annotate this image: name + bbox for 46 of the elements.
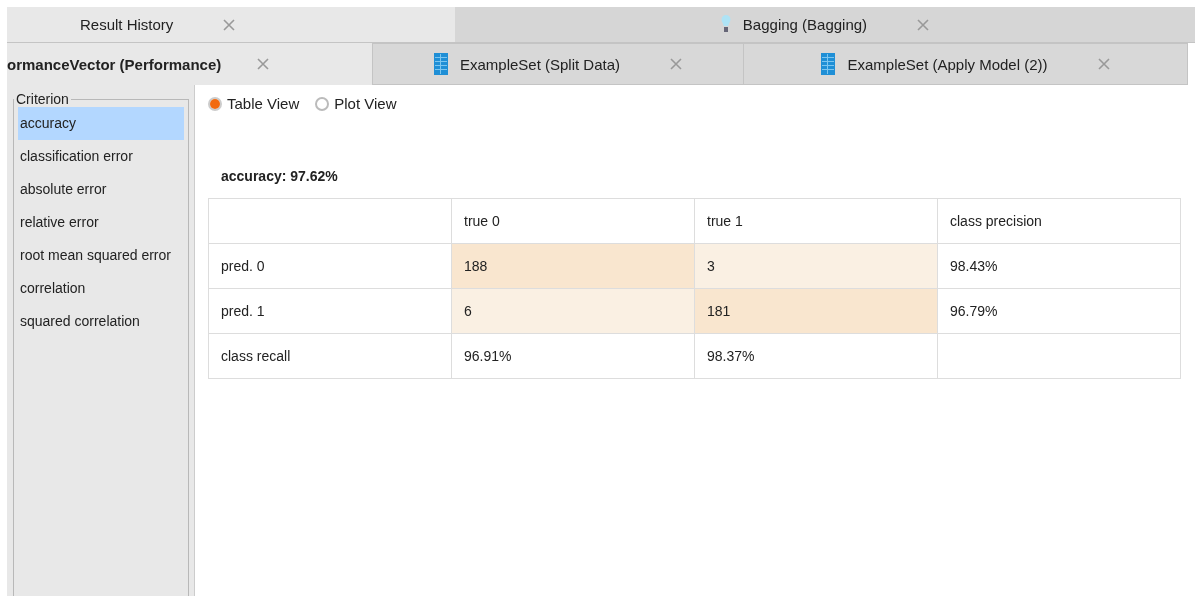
criterion-item[interactable]: squared correlation bbox=[18, 305, 184, 338]
table-cell: 96.79% bbox=[937, 288, 1181, 334]
tab-label: Bagging (Bagging) bbox=[742, 16, 868, 33]
header-cell: true 1 bbox=[694, 198, 938, 244]
tab[interactable]: Result History bbox=[7, 7, 455, 43]
table-icon bbox=[433, 53, 448, 75]
table-cell: 188 bbox=[451, 243, 695, 289]
radio-label: Table View bbox=[227, 95, 300, 112]
result-title: accuracy: 97.62% bbox=[221, 168, 338, 184]
tab-label: ormanceVector (Performance) bbox=[7, 55, 222, 73]
criterion-item[interactable]: classification error bbox=[18, 140, 184, 173]
criterion-item[interactable]: relative error bbox=[18, 206, 184, 239]
view-radio[interactable]: Table View bbox=[208, 95, 300, 112]
tab[interactable]: ExampleSet (Split Data) bbox=[372, 43, 743, 85]
table-cell: 6 bbox=[451, 288, 695, 334]
table-cell: 96.91% bbox=[451, 333, 695, 379]
criterion-item[interactable]: root mean squared error bbox=[18, 239, 184, 272]
radio-label: Plot View bbox=[334, 95, 397, 112]
table-cell: pred. 1 bbox=[208, 288, 452, 334]
table-cell: 3 bbox=[694, 243, 938, 289]
table-icon bbox=[821, 53, 836, 75]
radio-icon[interactable] bbox=[208, 96, 222, 111]
tab-label: Result History bbox=[80, 16, 174, 33]
criterion-item[interactable]: correlation bbox=[18, 272, 184, 305]
close-icon[interactable] bbox=[257, 58, 270, 70]
table-cell: 98.43% bbox=[937, 243, 1181, 289]
view-radio[interactable]: Plot View bbox=[315, 95, 397, 112]
criterion-item[interactable]: accuracy bbox=[18, 107, 184, 140]
close-icon[interactable] bbox=[223, 18, 236, 31]
radio-icon[interactable] bbox=[315, 96, 330, 111]
tab[interactable]: ExampleSet (Apply Model (2)) bbox=[743, 43, 1188, 85]
close-icon[interactable] bbox=[917, 18, 930, 31]
tab-label: ExampleSet (Split Data) bbox=[459, 55, 621, 73]
tab[interactable]: Bagging (Bagging) bbox=[455, 7, 1195, 43]
header-cell: true 0 bbox=[451, 198, 695, 244]
close-icon[interactable] bbox=[1097, 58, 1110, 70]
group-title: Criterion bbox=[15, 91, 70, 107]
criterion-item[interactable]: absolute error bbox=[18, 173, 184, 206]
table-cell: pred. 0 bbox=[208, 243, 452, 289]
table-cell: 181 bbox=[694, 288, 938, 334]
tab[interactable]: ormanceVector (Performance) bbox=[7, 43, 372, 85]
header-cell: class precision bbox=[937, 198, 1181, 244]
table-cell: class recall bbox=[208, 333, 452, 379]
close-icon[interactable] bbox=[670, 58, 683, 70]
tab-label: ExampleSet (Apply Model (2)) bbox=[847, 55, 1048, 73]
table-cell: 98.37% bbox=[694, 333, 938, 379]
